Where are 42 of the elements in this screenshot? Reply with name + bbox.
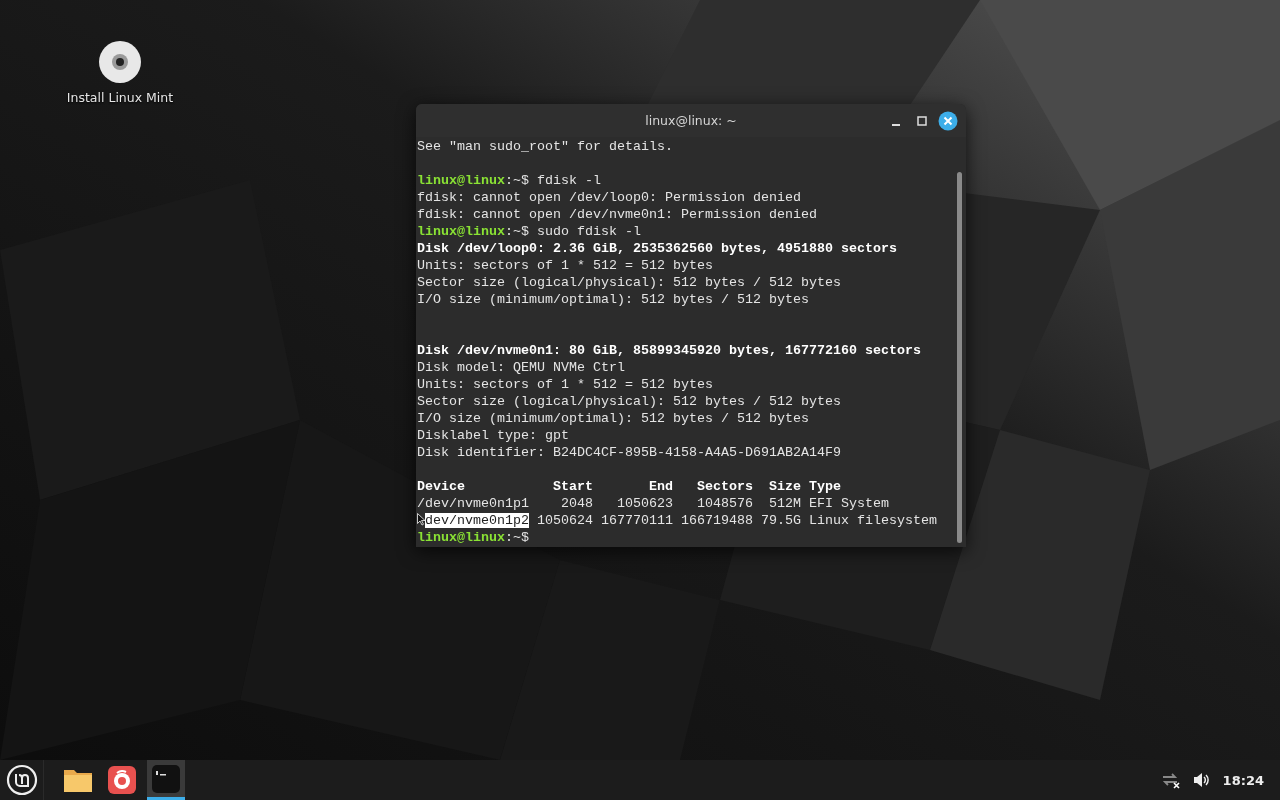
output-line: Disklabel type: gpt	[417, 427, 570, 444]
output-text: 1050624 167770111 166719488 79.5G Linux filesystem	[535, 513, 937, 528]
output-line: Device Start End Sectors Size Type	[417, 478, 842, 495]
scrollbar[interactable]	[957, 172, 962, 543]
output-line: I/O size (minimum/optimal): 512 bytes / 512 bytes	[417, 410, 810, 427]
output-line: /dev/nvme0n1p1 2048 1050623 1048576 512M EFI System	[417, 495, 890, 512]
prompt-path: :~$	[505, 530, 529, 545]
command-text: fdisk -l	[535, 173, 601, 188]
output-line: Disk /dev/nvme0n1: 80 GiB, 85899345920 bytes, 167772160 sectors	[417, 342, 922, 359]
volume-icon[interactable]	[1192, 772, 1211, 788]
output-line: Disk identifier: B24DC4CF-895B-4158-A4A5-D691AB2A14F9	[417, 444, 842, 461]
mouse-pointer-icon	[417, 512, 425, 527]
close-icon	[938, 111, 958, 131]
prompt-path: :~$	[505, 224, 529, 239]
icon-label: Install Linux Mint	[66, 90, 174, 105]
output-line: I/O size (minimum/optimal): 512 bytes / 512 bytes	[417, 291, 810, 308]
terminal-icon	[152, 764, 180, 793]
close-button[interactable]	[938, 111, 958, 131]
output-line: Units: sectors of 1 * 512 = 512 bytes	[417, 376, 714, 393]
prompt-user: linux@linux	[417, 530, 505, 545]
command-text: sudo fdisk -l	[535, 224, 641, 239]
folder-icon	[63, 767, 93, 793]
prompt-path: :~$	[505, 173, 529, 188]
output-line: Disk /dev/loop0: 2.36 GiB, 2535362560 bytes, 4951880 sectors	[417, 240, 898, 257]
disc-icon[interactable]	[98, 40, 142, 84]
maximize-icon	[917, 116, 927, 126]
browser-icon	[108, 766, 136, 794]
minimize-icon	[892, 124, 900, 126]
network-icon[interactable]	[1160, 771, 1181, 789]
output-line: Sector size (logical/physical): 512 bytes / 512 bytes	[417, 393, 842, 410]
window-title: linux@linux: ~	[645, 113, 737, 128]
selected-text: dev/nvme0n1p2	[425, 513, 529, 528]
prompt-user: linux@linux	[417, 173, 505, 188]
output-line: Sector size (logical/physical): 512 bytes / 512 bytes	[417, 274, 842, 291]
output-line: fdisk: cannot open /dev/nvme0n1: Permission denied	[417, 206, 818, 223]
terminal-launcher[interactable]	[147, 760, 185, 800]
clock[interactable]: 18:24	[1222, 772, 1264, 788]
output-line: See "man sudo_root" for details.	[417, 138, 674, 155]
output-line: fdisk: cannot open /dev/loop0: Permission denied	[417, 189, 802, 206]
output-line: Units: sectors of 1 * 512 = 512 bytes	[417, 257, 714, 274]
prompt-user: linux@linux	[417, 224, 505, 239]
output-line: Disk model: QEMU NVMe Ctrl	[417, 359, 626, 376]
